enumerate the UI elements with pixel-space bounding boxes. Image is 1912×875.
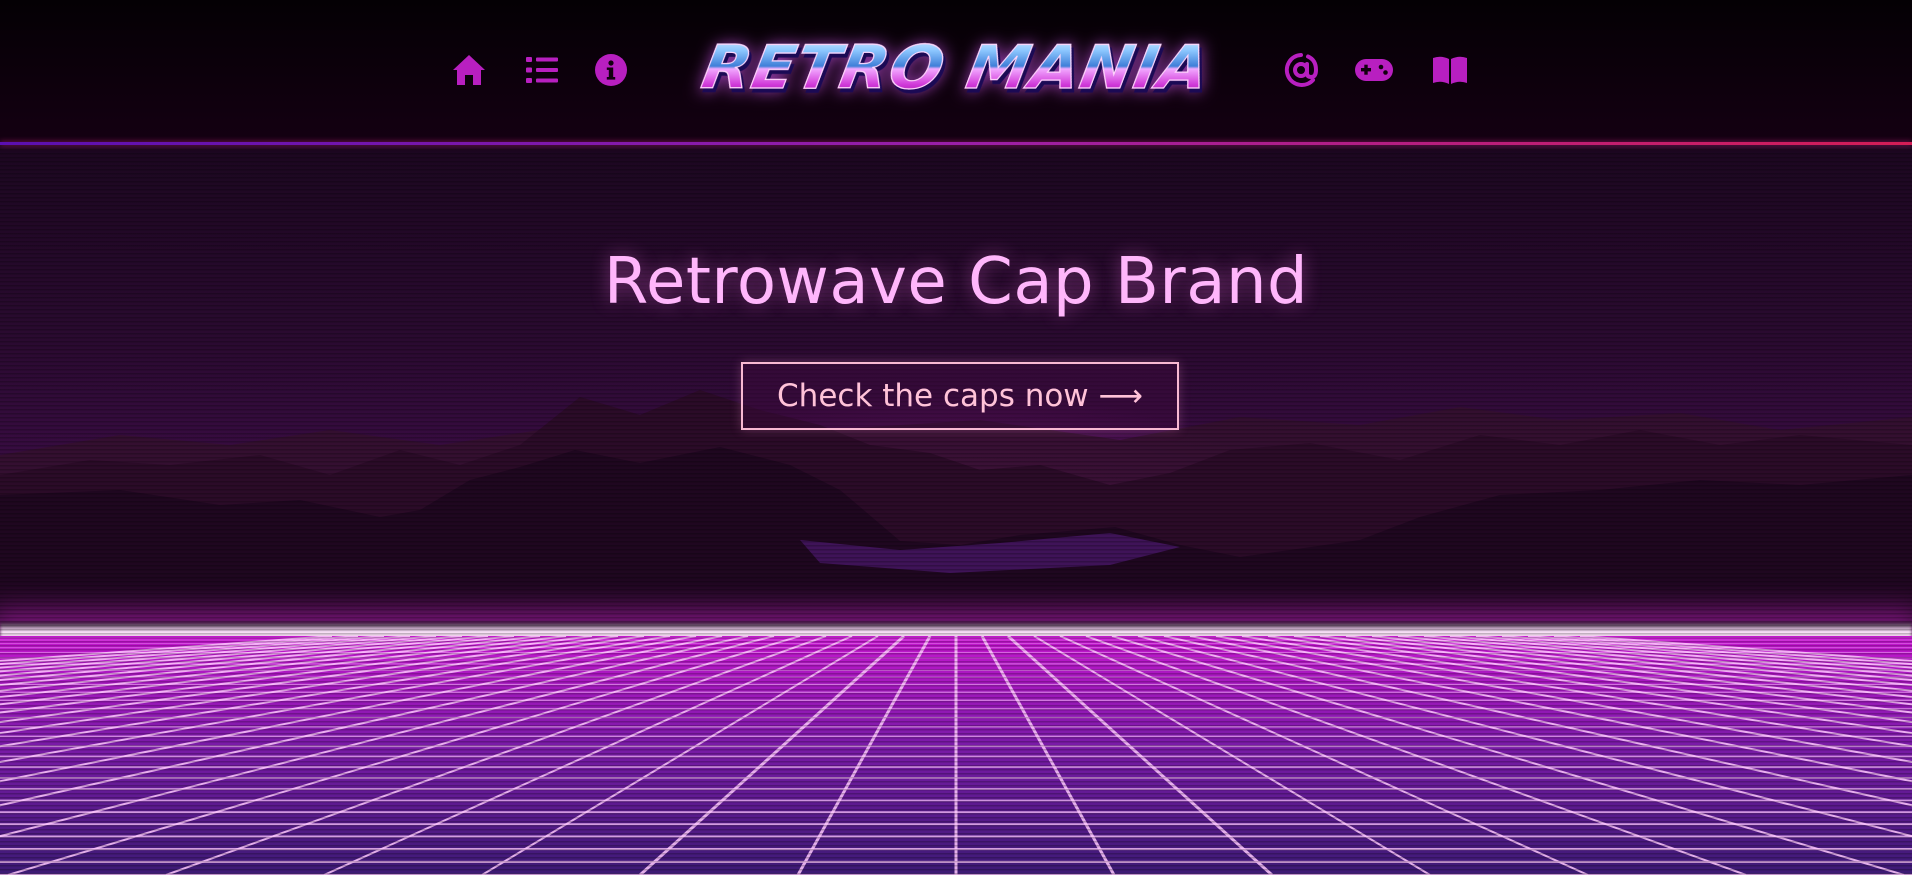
logo-wordmark: RETRO MANIA: [696, 32, 1216, 103]
gamepad-icon[interactable]: [1354, 50, 1394, 90]
at-sign-icon[interactable]: [1281, 50, 1321, 90]
site-header: RETRO MANIA: [0, 0, 1912, 145]
check-caps-button[interactable]: Check the caps now ⟶: [741, 362, 1179, 430]
site-logo[interactable]: RETRO MANIA: [696, 22, 1216, 112]
home-icon[interactable]: [449, 50, 489, 90]
hero-title: Retrowave Cap Brand: [603, 245, 1309, 319]
neon-grid-floor: [0, 636, 1912, 875]
header-divider: [0, 142, 1912, 145]
page: RETRO MANIA Retrowave Cap Brand Check th…: [0, 0, 1912, 875]
list-icon[interactable]: [522, 50, 562, 90]
info-icon[interactable]: [591, 50, 631, 90]
book-icon[interactable]: [1430, 50, 1470, 90]
